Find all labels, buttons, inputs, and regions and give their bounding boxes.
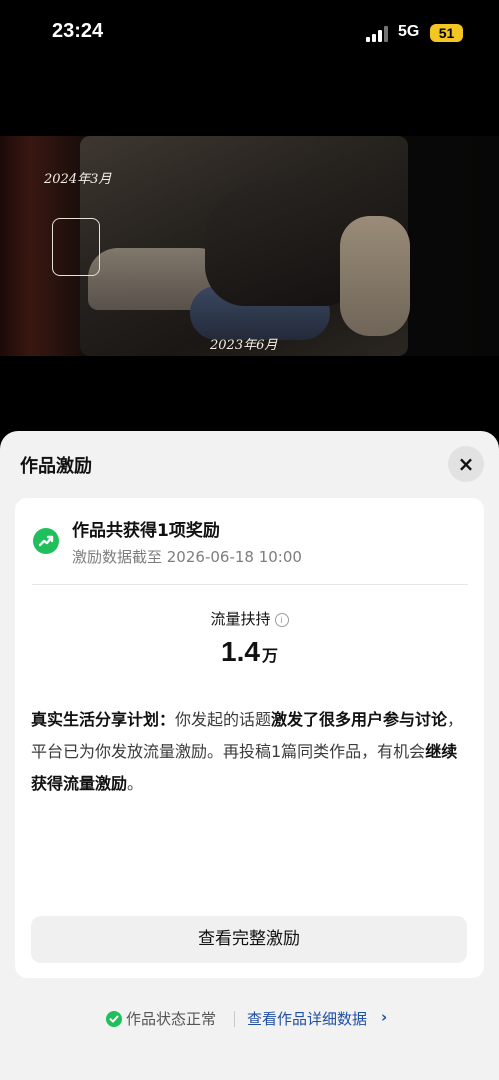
metric-label: 流量扶持 i [15,608,484,629]
photo-cushion [340,216,410,336]
view-full-reward-button[interactable]: 查看完整激励 [31,916,467,963]
status-bar: 23:24 5G 51 [0,0,499,66]
post-photo: 2024年3月 2023年6月 [0,136,499,356]
chevron-right-icon[interactable]: › [381,1008,387,1026]
reward-description: 真实生活分享计划：你发起的话题激发了很多用户参与讨论，平台已为你发放流量激励。再… [31,704,471,800]
info-icon[interactable]: i [274,613,289,627]
reward-sheet: 作品激励 × 作品共获得1项奖励 激励数据截至 2026-06-18 10:00… [0,431,499,1080]
desc-highlight-1: 激发了很多用户参与讨论 [271,710,448,729]
reward-headline: 作品共获得1项奖励 [72,521,220,541]
trend-up-icon [33,528,59,554]
desc-text-3: 。 [127,774,144,793]
close-button[interactable]: × [448,446,484,482]
footer-divider [234,1011,235,1027]
metric-label-text: 流量扶持 [210,610,271,628]
desc-text-1: 你发起的话题 [175,710,272,729]
battery-icon: 51 [430,24,463,42]
photo-caption-top: 2024年3月 [44,172,112,187]
metric-value: 1.4 万 [15,636,484,668]
check-circle-icon [106,1011,122,1027]
photo-figure [205,181,355,306]
footer: 作品状态正常 查看作品详细数据 › [0,1005,499,1033]
view-detail-data-link[interactable]: 查看作品详细数据 [247,1008,367,1029]
signal-icon [366,26,390,42]
network-type: 5G [398,23,420,40]
square-frame-icon [52,218,100,276]
reward-card: 作品共获得1项奖励 激励数据截至 2026-06-18 10:00 流量扶持 i … [15,498,484,978]
sheet-title: 作品激励 [20,456,92,477]
metric-number: 1.4 [221,636,260,667]
reward-timestamp: 激励数据截至 2026-06-18 10:00 [72,548,302,566]
photo-caption-bottom: 2023年6月 [210,338,278,353]
divider [32,584,468,585]
status-time: 23:24 [52,20,104,42]
post-status: 作品状态正常 [126,1010,217,1028]
plan-name: 真实生活分享计划： [31,710,176,729]
metric-unit: 万 [261,646,278,665]
